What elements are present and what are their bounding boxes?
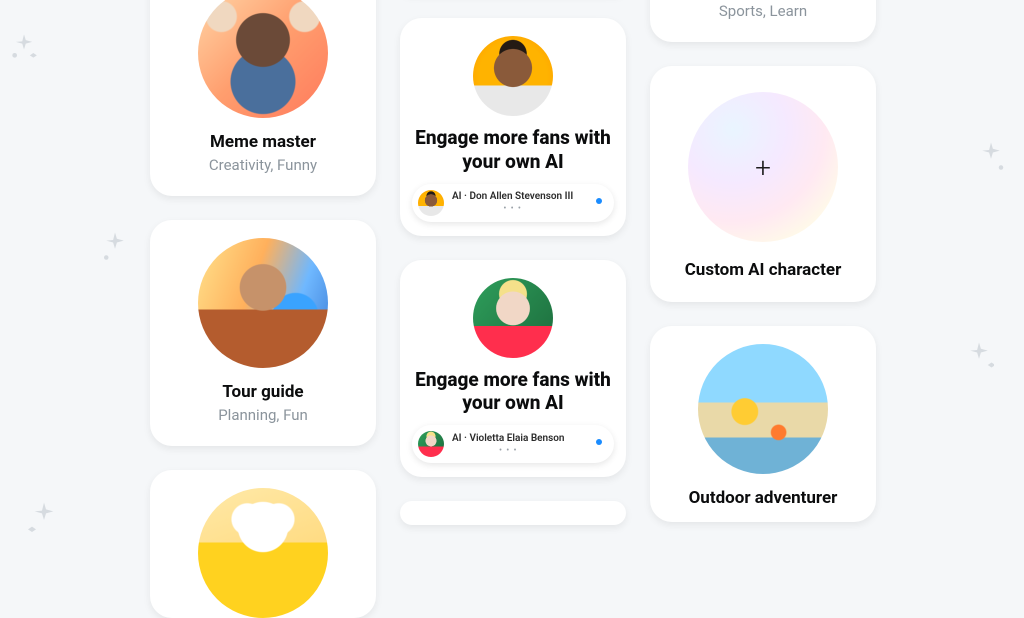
card-title: Meme master	[164, 132, 362, 152]
avatar	[198, 238, 328, 368]
promo-headline: Engage more fans with your own AI	[414, 368, 612, 416]
card-peek	[400, 501, 626, 525]
promo-headline: Engage more fans with your own AI	[414, 126, 612, 174]
pill-typing-dots: • • •	[452, 446, 565, 456]
column-2: Engage more fans with your own AI AI · D…	[400, 0, 626, 618]
character-card-athletic-trainer[interactable]: Athletic trainer Sports, Learn	[650, 0, 876, 42]
pill-avatar	[418, 431, 444, 457]
avatar	[473, 36, 553, 116]
sparkle-icon	[964, 340, 994, 370]
character-card-meme-master[interactable]: Meme master Creativity, Funny	[150, 0, 376, 196]
column-3: Athletic trainer Sports, Learn + Custom …	[650, 0, 876, 618]
avatar	[473, 278, 553, 358]
card-title: Custom AI character	[664, 260, 862, 280]
avatar	[198, 488, 328, 618]
character-card-popcorn[interactable]	[150, 470, 376, 618]
column-1: Meme master Creativity, Funny Tour guide…	[150, 0, 376, 618]
pill-label: AI · Don Allen Stevenson III	[452, 191, 573, 202]
custom-ai-card[interactable]: + Custom AI character	[650, 66, 876, 302]
avatar	[698, 344, 828, 474]
pill-typing-dots: • • •	[452, 204, 573, 214]
unread-dot-icon	[596, 439, 602, 445]
card-title: Tour guide	[164, 382, 362, 402]
ai-creator-pill[interactable]: AI · Don Allen Stevenson III • • •	[412, 184, 614, 222]
card-tags: Planning, Fun	[164, 406, 362, 424]
avatar	[198, 0, 328, 118]
character-card-tour-guide[interactable]: Tour guide Planning, Fun	[150, 220, 376, 446]
promo-card-violetta[interactable]: Engage more fans with your own AI AI · V…	[400, 260, 626, 478]
card-tags: Creativity, Funny	[164, 156, 362, 174]
plus-icon: +	[688, 92, 838, 242]
sparkle-icon	[976, 140, 1006, 170]
pill-label: AI · Violetta Elaia Benson	[452, 433, 565, 444]
sparkle-icon	[28, 500, 60, 532]
pill-avatar	[418, 190, 444, 216]
character-card-outdoor-adventurer[interactable]: Outdoor adventurer	[650, 326, 876, 522]
ai-creator-pill[interactable]: AI · Violetta Elaia Benson • • •	[412, 425, 614, 463]
card-tags: Sports, Learn	[664, 2, 862, 20]
sparkle-icon	[10, 32, 38, 60]
promo-card-don[interactable]: Engage more fans with your own AI AI · D…	[400, 18, 626, 236]
unread-dot-icon	[596, 198, 602, 204]
card-title: Outdoor adventurer	[664, 488, 862, 508]
sparkle-icon	[100, 230, 130, 260]
